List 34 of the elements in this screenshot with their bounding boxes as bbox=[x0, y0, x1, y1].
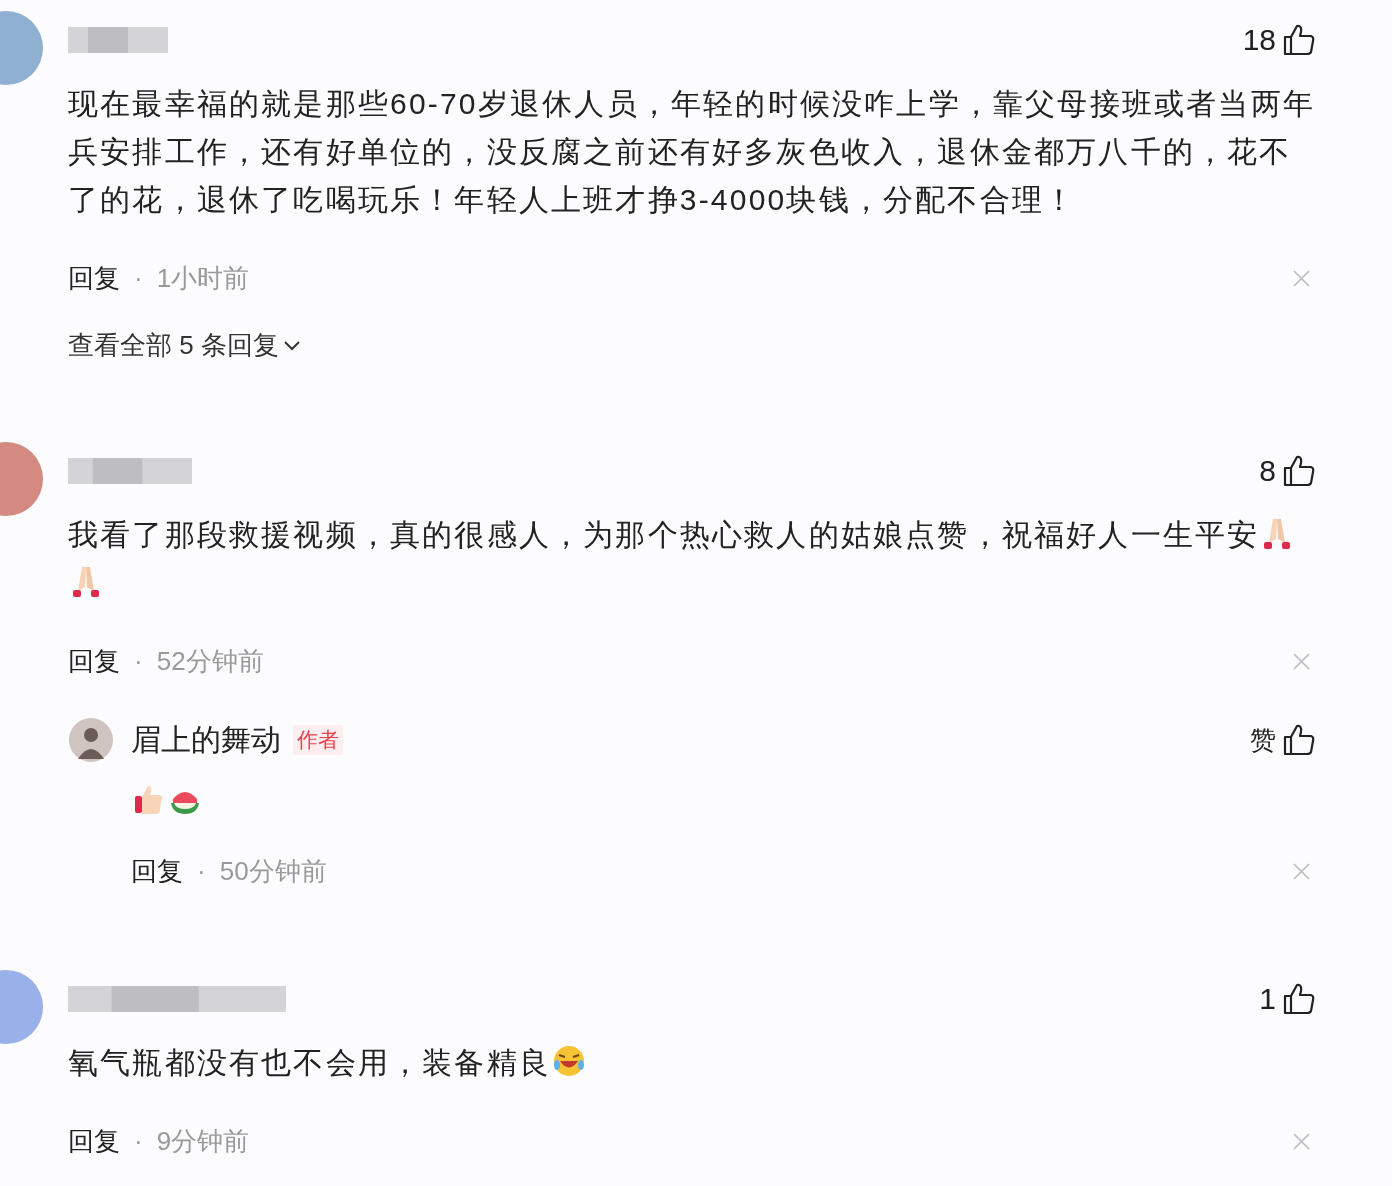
reply-link[interactable]: 回复 bbox=[68, 643, 120, 679]
separator-dot: · bbox=[197, 855, 206, 887]
like-count: 1 bbox=[1259, 982, 1276, 1016]
avatar[interactable] bbox=[0, 441, 44, 517]
close-icon[interactable] bbox=[1293, 1132, 1310, 1150]
separator-dot: · bbox=[134, 645, 143, 677]
laughing-face-icon bbox=[551, 1043, 587, 1079]
like-count: 18 bbox=[1242, 23, 1276, 57]
close-icon[interactable] bbox=[1293, 269, 1310, 287]
comment-text: 我看了那段救援视频，真的很感人，为那个热心救人的姑娘点赞，祝福好人一生平安 bbox=[68, 518, 1260, 551]
comment-text: 现在最幸福的就是那些60-70岁退休人员，年轻的时候没咋上学，靠父母接班或者当两年兵安排工作，还有好单位的，没反腐之前还有好多灰色收入，退休金都万八千的，花不了的花，退休了吃喝玩乐！年轻人上班才挣3-4000块钱，分配不合理！ bbox=[68, 87, 1315, 216]
comment-time: 9分钟前 bbox=[156, 1124, 250, 1158]
reply-link[interactable]: 回复 bbox=[68, 260, 120, 296]
thumbs-up-icon[interactable] bbox=[1282, 454, 1316, 488]
comment-text: 氧气瓶都没有也不会用，装备精良 bbox=[68, 1046, 551, 1079]
author-name[interactable]: 眉上的舞动 bbox=[131, 719, 281, 761]
thumbs-up-icon[interactable] bbox=[1282, 23, 1316, 57]
chevron-down-icon[interactable] bbox=[282, 339, 301, 352]
close-icon[interactable] bbox=[1293, 862, 1310, 880]
view-replies-link[interactable]: 查看全部 5 条回复 bbox=[68, 328, 279, 363]
comment-time: 1小时前 bbox=[156, 261, 250, 295]
comment-time: 50分钟前 bbox=[219, 854, 327, 888]
like-count: 赞 bbox=[1250, 723, 1276, 757]
avatar[interactable] bbox=[68, 717, 114, 763]
reply-link[interactable]: 回复 bbox=[68, 1123, 120, 1159]
thumbs-up-icon[interactable] bbox=[1282, 982, 1316, 1016]
separator-dot: · bbox=[134, 1125, 143, 1157]
author-badge: 作者 bbox=[293, 725, 343, 755]
close-icon[interactable] bbox=[1293, 652, 1310, 670]
like-count: 8 bbox=[1259, 454, 1276, 488]
comment-time: 52分钟前 bbox=[156, 644, 264, 678]
reply-link[interactable]: 回复 bbox=[131, 853, 183, 889]
thumbs-up-icon[interactable] bbox=[1282, 723, 1316, 757]
separator-dot: · bbox=[134, 262, 143, 294]
